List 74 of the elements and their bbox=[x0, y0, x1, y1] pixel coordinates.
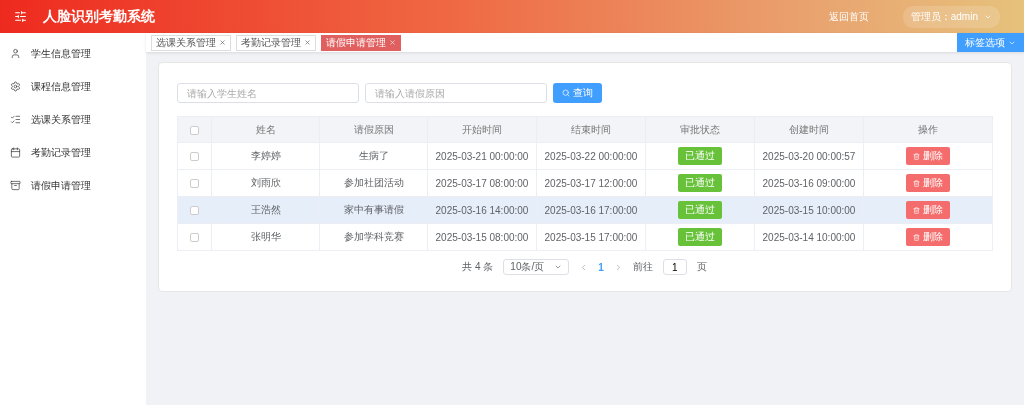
app-title: 人脸识别考勤系统 bbox=[43, 7, 155, 26]
search-icon bbox=[562, 89, 570, 97]
sidebar-item[interactable]: 选课关系管理 bbox=[0, 103, 146, 136]
sidebar-item[interactable]: 课程信息管理 bbox=[0, 70, 146, 103]
column-header: 操作 bbox=[863, 116, 993, 143]
table-cell: 2025-03-16 09:00:00 bbox=[754, 169, 864, 197]
trash-icon bbox=[913, 206, 920, 214]
delete-button[interactable]: 删除 bbox=[906, 228, 950, 246]
table-cell: 参加学科竞赛 bbox=[319, 223, 428, 251]
goto-label: 前往 bbox=[632, 260, 653, 274]
row-checkbox[interactable] bbox=[190, 152, 199, 162]
table-cell: 参加社团活动 bbox=[319, 169, 428, 197]
tab[interactable]: 请假申请管理 bbox=[321, 34, 401, 51]
column-header: 创建时间 bbox=[754, 116, 864, 143]
table-cell: 2025-03-15 08:00:00 bbox=[427, 223, 537, 251]
table-cell: 2025-03-20 00:00:57 bbox=[754, 142, 864, 170]
sidebar-item[interactable]: 请假申请管理 bbox=[0, 169, 146, 202]
close-icon[interactable] bbox=[304, 39, 311, 46]
page-suffix: 页 bbox=[696, 260, 707, 274]
trash-icon bbox=[913, 152, 920, 160]
page-number[interactable]: 1 bbox=[598, 261, 604, 273]
sidebar-item[interactable]: 学生信息管理 bbox=[0, 37, 146, 70]
table-cell: 2025-03-21 00:00:00 bbox=[427, 142, 537, 170]
table-cell: 2025-03-17 12:00:00 bbox=[536, 169, 646, 197]
row-checkbox[interactable] bbox=[190, 206, 199, 216]
tab[interactable]: 考勤记录管理 bbox=[236, 34, 316, 51]
sidebar-item[interactable]: 考勤记录管理 bbox=[0, 136, 146, 169]
tab-options-button[interactable]: 标签选项 bbox=[957, 33, 1024, 52]
menu-icon[interactable] bbox=[14, 10, 27, 23]
table-cell: 2025-03-22 00:00:00 bbox=[536, 142, 646, 170]
table-cell: 2025-03-16 14:00:00 bbox=[427, 196, 537, 224]
select-all-checkbox[interactable] bbox=[190, 125, 199, 135]
delete-button[interactable]: 删除 bbox=[906, 174, 950, 192]
delete-button[interactable]: 删除 bbox=[906, 147, 950, 165]
table-cell: 2025-03-15 10:00:00 bbox=[754, 196, 864, 224]
table-cell: 李婷婷 bbox=[211, 142, 320, 170]
table-cell: 张明华 bbox=[211, 223, 320, 251]
table-cell: 2025-03-15 17:00:00 bbox=[536, 223, 646, 251]
trash-icon bbox=[913, 233, 920, 241]
column-header: 审批状态 bbox=[645, 116, 755, 143]
search-button[interactable]: 查询 bbox=[553, 83, 602, 103]
student-name-field[interactable]: 请输入学生姓名 bbox=[177, 83, 359, 103]
page-size-select[interactable]: 10条/页 bbox=[503, 259, 570, 275]
row-checkbox[interactable] bbox=[190, 233, 199, 243]
goto-page-field[interactable]: 1 bbox=[662, 259, 687, 275]
table-cell: 家中有事请假 bbox=[319, 196, 428, 224]
status-tag: 已通过 bbox=[678, 201, 722, 219]
column-header: 结束时间 bbox=[536, 116, 646, 143]
reason-field[interactable]: 请输入请假原因 bbox=[365, 83, 547, 103]
user-icon bbox=[10, 48, 21, 59]
archive-icon bbox=[10, 180, 21, 191]
checklist-icon bbox=[10, 114, 21, 125]
row-checkbox[interactable] bbox=[190, 179, 199, 189]
total-count: 共 4 条 bbox=[462, 260, 494, 274]
home-link[interactable]: 返回首页 bbox=[828, 9, 869, 24]
table-cell: 2025-03-17 08:00:00 bbox=[427, 169, 537, 197]
status-tag: 已通过 bbox=[678, 228, 722, 246]
status-tag: 已通过 bbox=[678, 147, 722, 165]
table-cell: 王浩然 bbox=[211, 196, 320, 224]
delete-button[interactable]: 删除 bbox=[906, 201, 950, 219]
gear-icon bbox=[10, 81, 21, 92]
status-tag: 已通过 bbox=[678, 174, 722, 192]
table-cell: 刘雨欣 bbox=[211, 169, 320, 197]
column-header: 开始时间 bbox=[427, 116, 537, 143]
caret-icon bbox=[554, 263, 563, 271]
table-cell: 2025-03-14 10:00:00 bbox=[754, 223, 864, 251]
calendar-icon bbox=[10, 147, 21, 158]
column-header: 请假原因 bbox=[319, 116, 428, 143]
column-header: 姓名 bbox=[211, 116, 320, 143]
table-cell: 生病了 bbox=[319, 142, 428, 170]
tab[interactable]: 选课关系管理 bbox=[151, 34, 231, 51]
close-icon[interactable] bbox=[219, 39, 226, 46]
table-cell: 2025-03-16 17:00:00 bbox=[536, 196, 646, 224]
trash-icon bbox=[913, 179, 920, 187]
